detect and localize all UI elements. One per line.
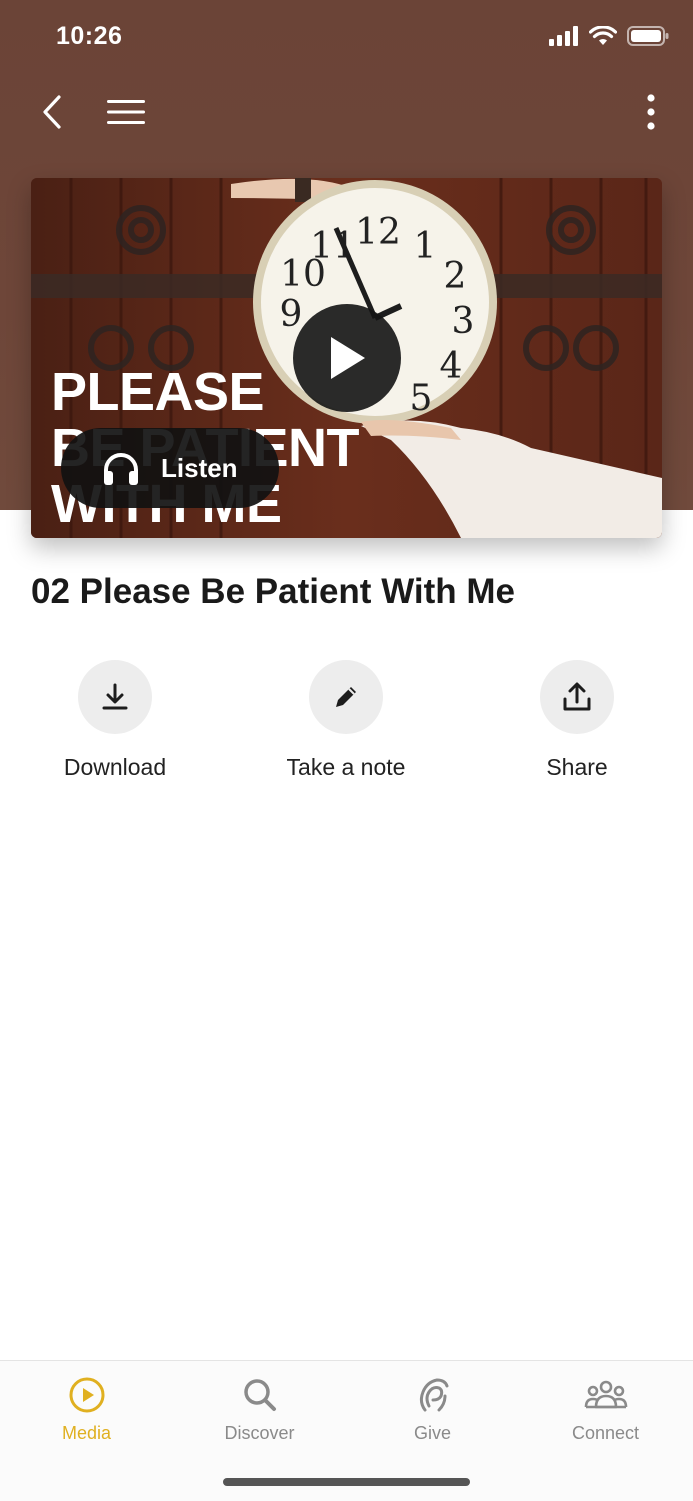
share-label: Share: [546, 754, 608, 780]
tab-media-label: Media: [61, 1423, 112, 1443]
top-nav-bar: [0, 76, 693, 144]
tab-discover[interactable]: Discover: [173, 1375, 346, 1444]
chevron-left-icon: [43, 95, 61, 129]
play-icon: [331, 337, 365, 379]
home-indicator[interactable]: [223, 1478, 470, 1486]
status-bar: 10:26: [0, 0, 693, 76]
tab-connect[interactable]: Connect: [519, 1375, 692, 1444]
download-label: Download: [63, 754, 167, 780]
tab-media[interactable]: Media: [0, 1375, 173, 1444]
people-icon: [584, 1380, 627, 1409]
share-action[interactable]: Share: [487, 660, 667, 781]
listen-label: Listen: [161, 452, 238, 483]
take-note-label: Take a note: [286, 754, 406, 780]
pencil-icon: [336, 687, 356, 707]
take-note-button[interactable]: [309, 660, 383, 734]
play-circle-icon: [69, 1377, 104, 1413]
download-action[interactable]: Download: [25, 660, 205, 781]
wifi-icon: [589, 26, 617, 45]
download-button[interactable]: [78, 660, 152, 734]
give-icon: [419, 1378, 448, 1412]
svg-text:1: 1: [414, 226, 437, 267]
battery-icon: [627, 26, 669, 46]
svg-text:3: 3: [452, 301, 475, 342]
headphones-icon: [104, 453, 138, 485]
status-icons: [549, 26, 669, 46]
svg-text:9: 9: [280, 294, 303, 335]
menu-button[interactable]: [102, 90, 150, 134]
episode-title: 02 Please Be Patient With Me: [31, 572, 516, 611]
take-note-action[interactable]: Take a note: [256, 660, 436, 781]
play-button[interactable]: [293, 304, 401, 412]
svg-text:12: 12: [355, 212, 401, 253]
status-time: 10:26: [56, 22, 123, 50]
share-icon: [563, 682, 591, 711]
signal-icon: [549, 26, 578, 46]
download-icon: [102, 683, 128, 710]
search-icon: [243, 1379, 276, 1411]
listen-button[interactable]: Listen: [61, 428, 279, 508]
svg-text:2: 2: [444, 256, 467, 297]
tab-discover-label: Discover: [224, 1423, 295, 1443]
hamburger-icon: [107, 100, 145, 124]
tab-give-label: Give: [413, 1423, 451, 1443]
tab-give[interactable]: Give: [346, 1375, 519, 1444]
hero-artwork[interactable]: 12 1 2 3 4 5 9 10 11 PLEASE BE PATIENT W…: [31, 178, 662, 538]
more-vertical-icon: [647, 94, 655, 130]
more-options-button[interactable]: [639, 90, 663, 134]
share-button[interactable]: [540, 660, 614, 734]
back-button[interactable]: [30, 90, 74, 134]
tab-connect-label: Connect: [571, 1423, 640, 1443]
